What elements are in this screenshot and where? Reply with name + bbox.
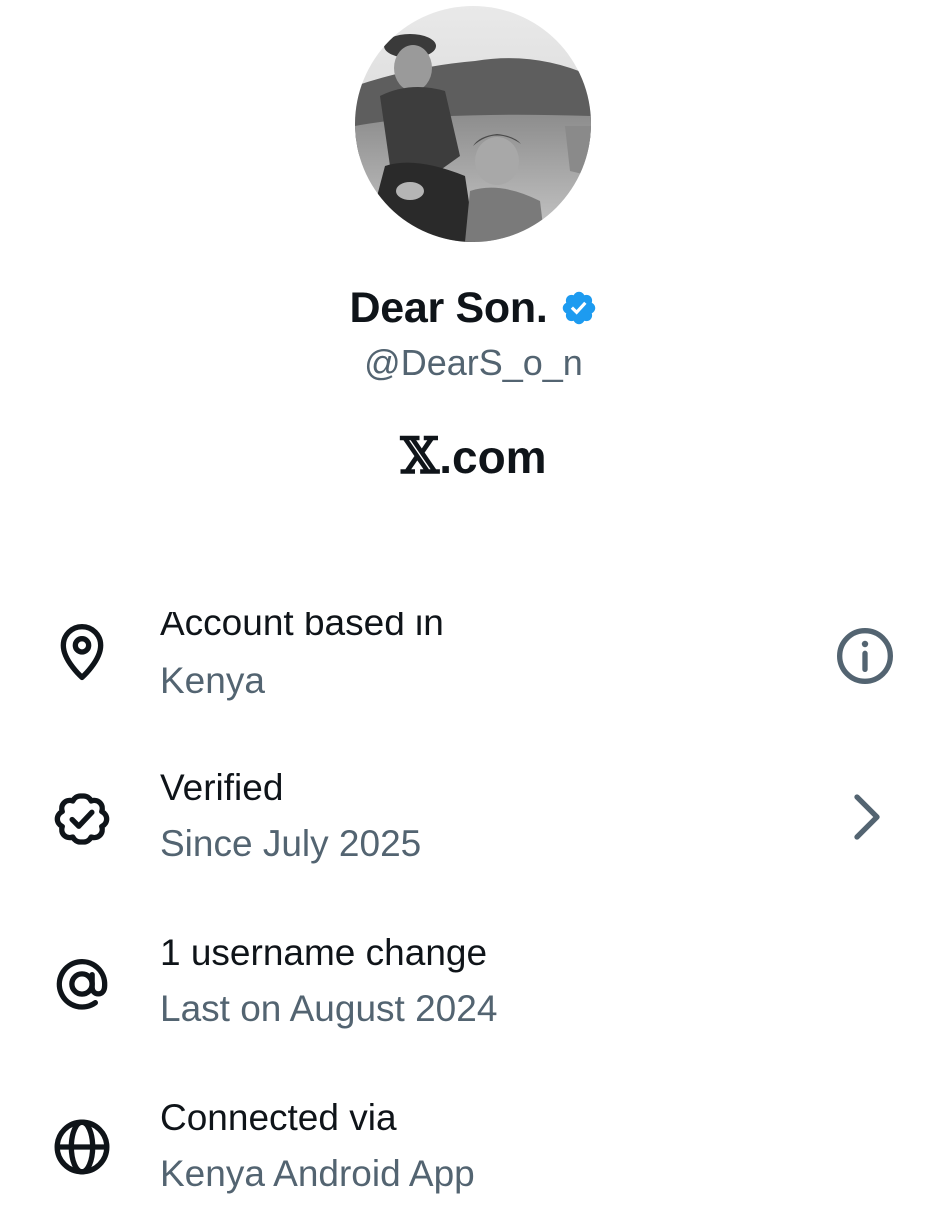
location-pin-icon	[50, 620, 114, 684]
about-row-username-change: 1 username change Last on August 2024	[0, 920, 947, 1040]
row-title: 1 username change	[160, 932, 488, 973]
row-title: Connected via	[160, 1097, 397, 1138]
display-name: Dear Son.	[349, 283, 548, 332]
avatar-photo	[355, 6, 591, 242]
x-logo-icon: 𝕏	[400, 426, 440, 485]
verified-badge-outline-icon	[50, 787, 114, 851]
at-sign-icon	[50, 952, 114, 1016]
verified-badge-icon[interactable]	[560, 289, 598, 327]
row-subtitle: Since July 2025	[160, 823, 422, 864]
about-row-connected-via: Connected via Kenya Android App	[0, 1085, 947, 1205]
brand-logo: 𝕏.com	[0, 424, 947, 488]
scroll-clip	[0, 560, 947, 612]
row-title: Verified	[160, 767, 284, 808]
profile-handle: @DearS_o_n	[364, 342, 583, 383]
row-subtitle: Kenya Android App	[160, 1153, 475, 1194]
row-subtitle: Kenya	[160, 660, 265, 701]
display-name-row: Dear Son.	[0, 278, 947, 338]
info-icon[interactable]	[833, 624, 897, 688]
profile-avatar[interactable]	[355, 6, 591, 242]
chevron-right-icon[interactable]	[833, 785, 897, 849]
brand-domain: .com	[439, 431, 547, 483]
about-row-verified[interactable]: Verified Since July 2025	[0, 755, 947, 875]
globe-icon	[50, 1115, 114, 1179]
row-subtitle: Last on August 2024	[160, 988, 498, 1029]
